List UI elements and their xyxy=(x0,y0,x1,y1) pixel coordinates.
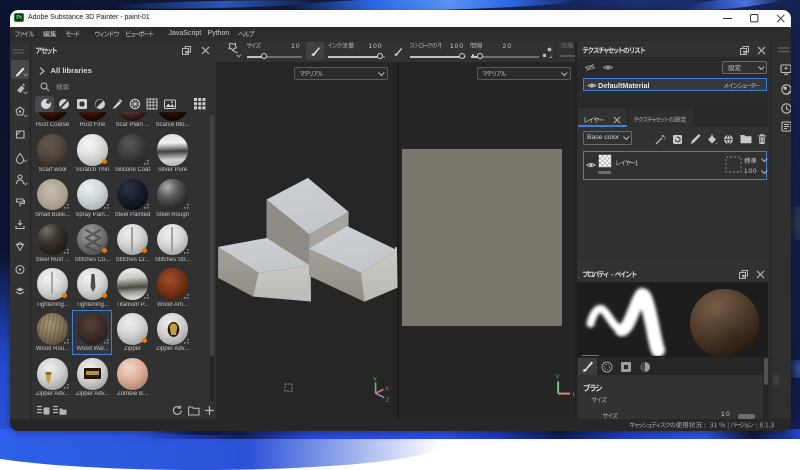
svg-text:Z: Z xyxy=(386,398,390,403)
svg-text:X: X xyxy=(385,386,389,392)
svg-text:Y: Y xyxy=(373,377,377,383)
svg-text:V: V xyxy=(556,375,560,381)
